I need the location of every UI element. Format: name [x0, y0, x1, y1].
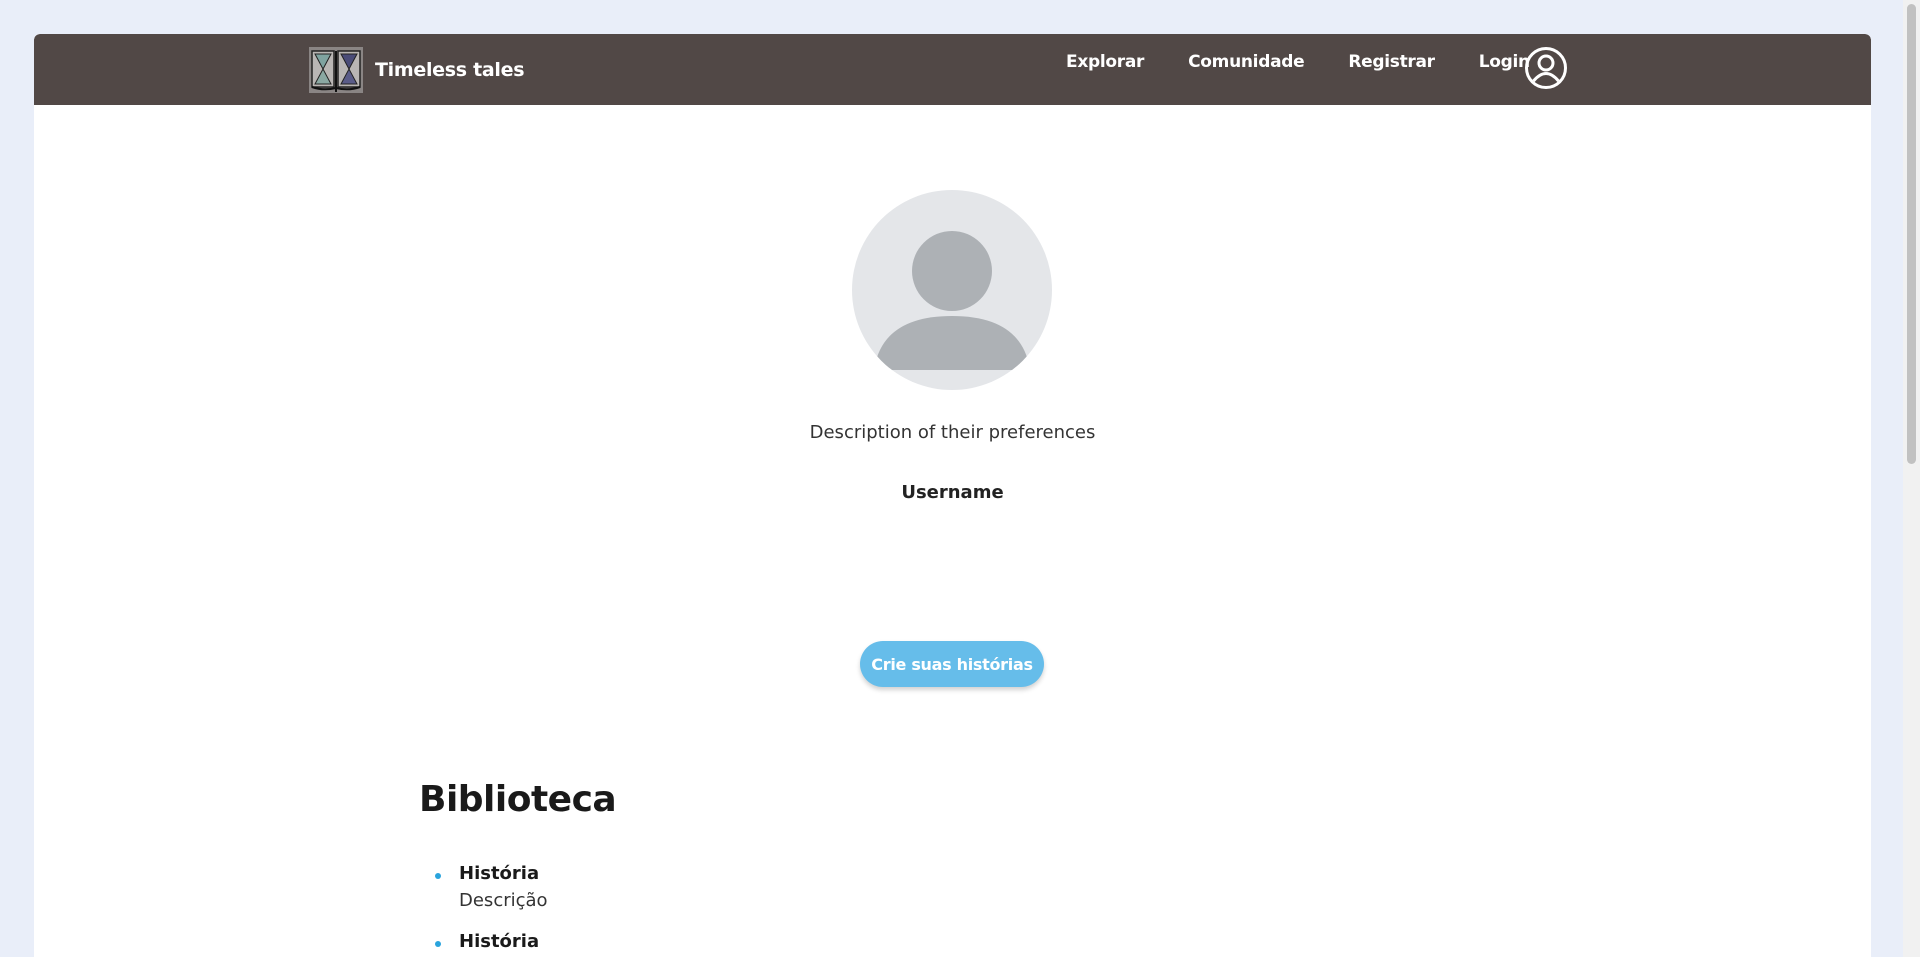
- bullet-icon: [435, 941, 441, 947]
- story-description: Descrição: [459, 890, 548, 911]
- library-title: Biblioteca: [419, 779, 617, 820]
- scrollbar-thumb[interactable]: [1907, 4, 1916, 464]
- default-avatar-icon: [874, 231, 1030, 370]
- profile-description: Description of their preferences: [809, 422, 1096, 443]
- page-container: Timeless tales Explorar Comunidade Regis…: [34, 34, 1871, 957]
- user-circle-icon[interactable]: [1524, 46, 1568, 90]
- nav-item-explorar[interactable]: Explorar: [1066, 50, 1144, 74]
- nav-item-login[interactable]: Login: [1479, 50, 1530, 74]
- nav-item-registrar[interactable]: Registrar: [1348, 50, 1435, 74]
- profile-avatar: [852, 190, 1052, 390]
- profile-username: Username: [901, 482, 1004, 503]
- main-nav: Explorar Comunidade Registrar Login: [1066, 50, 1574, 74]
- bullet-icon: [435, 873, 441, 879]
- story-list: História Descrição História: [419, 861, 548, 957]
- brand-home-link[interactable]: Timeless tales: [309, 46, 525, 94]
- brand-name: Timeless tales: [375, 59, 525, 81]
- page-scrollbar[interactable]: [1903, 0, 1920, 957]
- nav-item-comunidade[interactable]: Comunidade: [1188, 50, 1305, 74]
- story-list-item[interactable]: História Descrição: [419, 861, 548, 915]
- create-stories-button[interactable]: Crie suas histórias: [860, 641, 1044, 687]
- story-list-item[interactable]: História: [419, 929, 548, 955]
- hourglass-book-logo: [309, 47, 363, 93]
- story-title: História: [459, 863, 540, 884]
- top-navbar: Timeless tales Explorar Comunidade Regis…: [34, 34, 1871, 105]
- story-title: História: [459, 931, 540, 952]
